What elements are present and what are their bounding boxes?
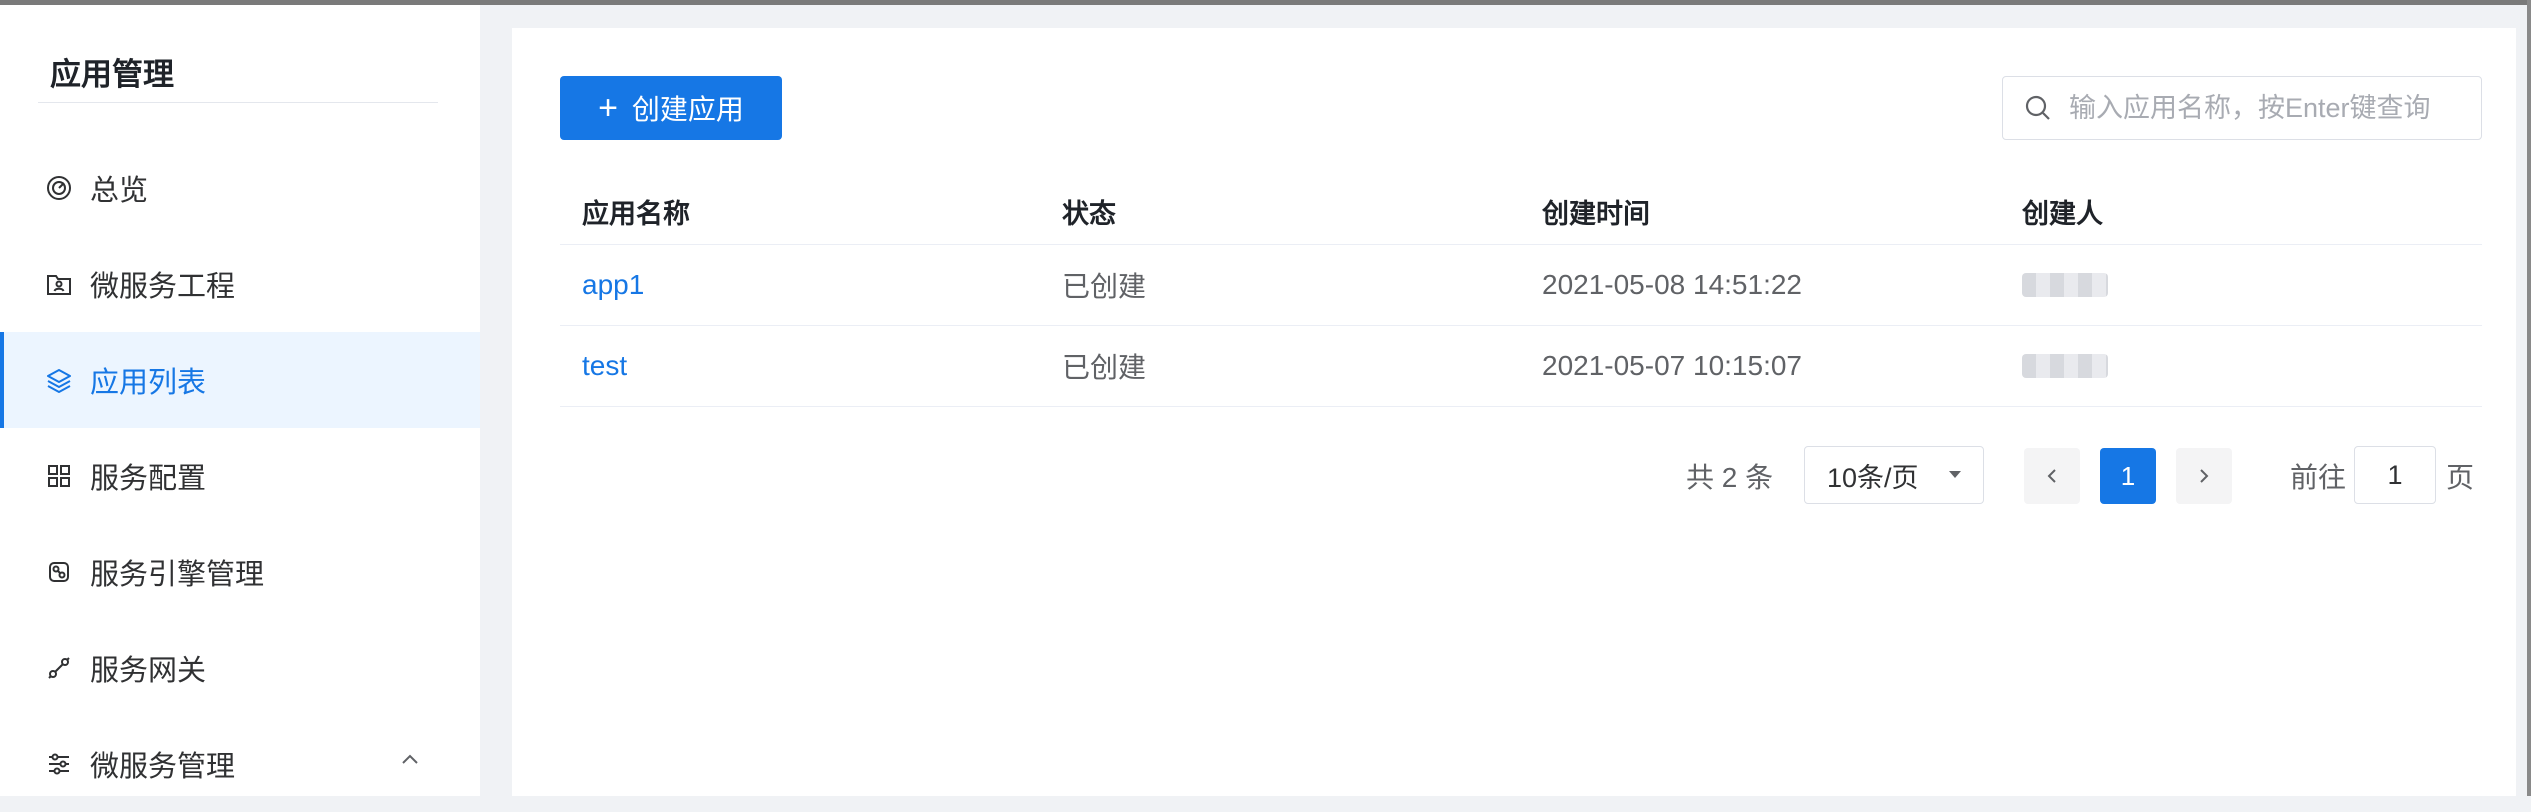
search-icon — [2023, 93, 2053, 123]
table-row: app1 已创建 2021-05-08 14:51:22 — [560, 245, 2482, 326]
app-table: 应用名称 状态 创建时间 创建人 app1 已创建 2021-05-08 14:… — [560, 178, 2482, 407]
sidebar-item-microservice-project[interactable]: 微服务工程 — [0, 236, 480, 332]
sidebar-item-label: 服务引擎管理 — [90, 559, 265, 591]
column-header-created-time[interactable]: 创建时间 — [1542, 178, 1650, 244]
page-size-select[interactable]: 10条/页 — [1804, 446, 1984, 504]
app-created-time: 2021-05-07 10:15:07 — [1542, 350, 1802, 381]
main-panel: + 创建应用 应用名称 状态 创建时间 创建人 app1 已创建 2021-05… — [512, 28, 2516, 796]
sidebar-item-service-engine[interactable]: 服务引擎管理 — [0, 524, 480, 620]
sliders-icon — [44, 749, 74, 779]
folder-user-icon — [44, 269, 74, 299]
chevron-up-icon[interactable] — [398, 748, 422, 772]
sidebar-item-label: 总览 — [90, 175, 149, 207]
app-status: 已创建 — [1062, 271, 1147, 302]
app-name-link[interactable]: test — [582, 326, 627, 406]
sidebar-item-service-gateway[interactable]: 服务网关 — [0, 620, 480, 716]
goto-suffix: 页 — [2446, 462, 2475, 493]
caret-down-icon — [1949, 471, 1961, 478]
sidebar-item-label: 服务网关 — [90, 655, 207, 687]
page-size-value: 10条/页 — [1827, 462, 1919, 493]
plus-icon: + — [598, 89, 618, 127]
sidebar-item-app-list[interactable]: 应用列表 — [0, 332, 480, 428]
pagination: 共 2 条 10条/页 1 前往 页 — [512, 446, 2516, 506]
sidebar-item-label: 应用列表 — [90, 367, 207, 399]
column-header-status[interactable]: 状态 — [1062, 178, 1116, 244]
layers-icon — [44, 365, 74, 395]
sidebar-item-microservice-management[interactable]: 微服务管理 — [0, 716, 480, 812]
app-name-link[interactable]: app1 — [582, 245, 644, 325]
pagination-total: 共 2 条 — [1686, 462, 1774, 493]
app-creator-redacted — [2022, 245, 2108, 325]
chevron-right-icon — [2200, 469, 2209, 483]
app-status: 已创建 — [1062, 352, 1147, 383]
app-created-time: 2021-05-08 14:51:22 — [1542, 269, 1802, 300]
sidebar-title: 应用管理 — [50, 57, 174, 92]
sidebar-item-service-config[interactable]: 服务配置 — [0, 428, 480, 524]
chevron-left-icon — [2047, 469, 2056, 483]
prev-page-button[interactable] — [2024, 448, 2080, 504]
create-app-label: 创建应用 — [631, 94, 744, 125]
grid-icon — [44, 461, 74, 491]
gateway-icon — [44, 653, 74, 683]
sidebar-item-overview[interactable]: 总览 — [0, 140, 480, 236]
goto-page-input[interactable] — [2354, 446, 2436, 504]
page-number-button[interactable]: 1 — [2100, 448, 2156, 504]
sidebar-item-label: 微服务工程 — [90, 271, 236, 303]
column-header-creator[interactable]: 创建人 — [2022, 178, 2103, 244]
table-header: 应用名称 状态 创建时间 创建人 — [560, 178, 2482, 245]
sidebar-menu: 总览 微服务工程 应用列表 服务配置 服务引擎管理 服务网关 微服务管理 — [0, 140, 480, 812]
create-app-button[interactable]: + 创建应用 — [560, 76, 782, 140]
sidebar-item-label: 服务配置 — [90, 463, 207, 495]
window-right-border — [2527, 0, 2531, 796]
table-row: test 已创建 2021-05-07 10:15:07 — [560, 326, 2482, 407]
sidebar: 应用管理 总览 微服务工程 应用列表 服务配置 服务引擎管理 服务网关 微服务管… — [0, 5, 480, 796]
search-input[interactable] — [2067, 91, 2471, 125]
next-page-button[interactable] — [2176, 448, 2232, 504]
search-box[interactable] — [2002, 76, 2482, 140]
sidebar-divider — [38, 102, 438, 103]
dashboard-icon — [44, 173, 74, 203]
column-header-name[interactable]: 应用名称 — [582, 178, 690, 244]
engine-icon — [44, 557, 74, 587]
sidebar-item-label: 微服务管理 — [90, 751, 236, 783]
goto-label: 前往 — [2290, 462, 2347, 493]
app-creator-redacted — [2022, 326, 2108, 406]
